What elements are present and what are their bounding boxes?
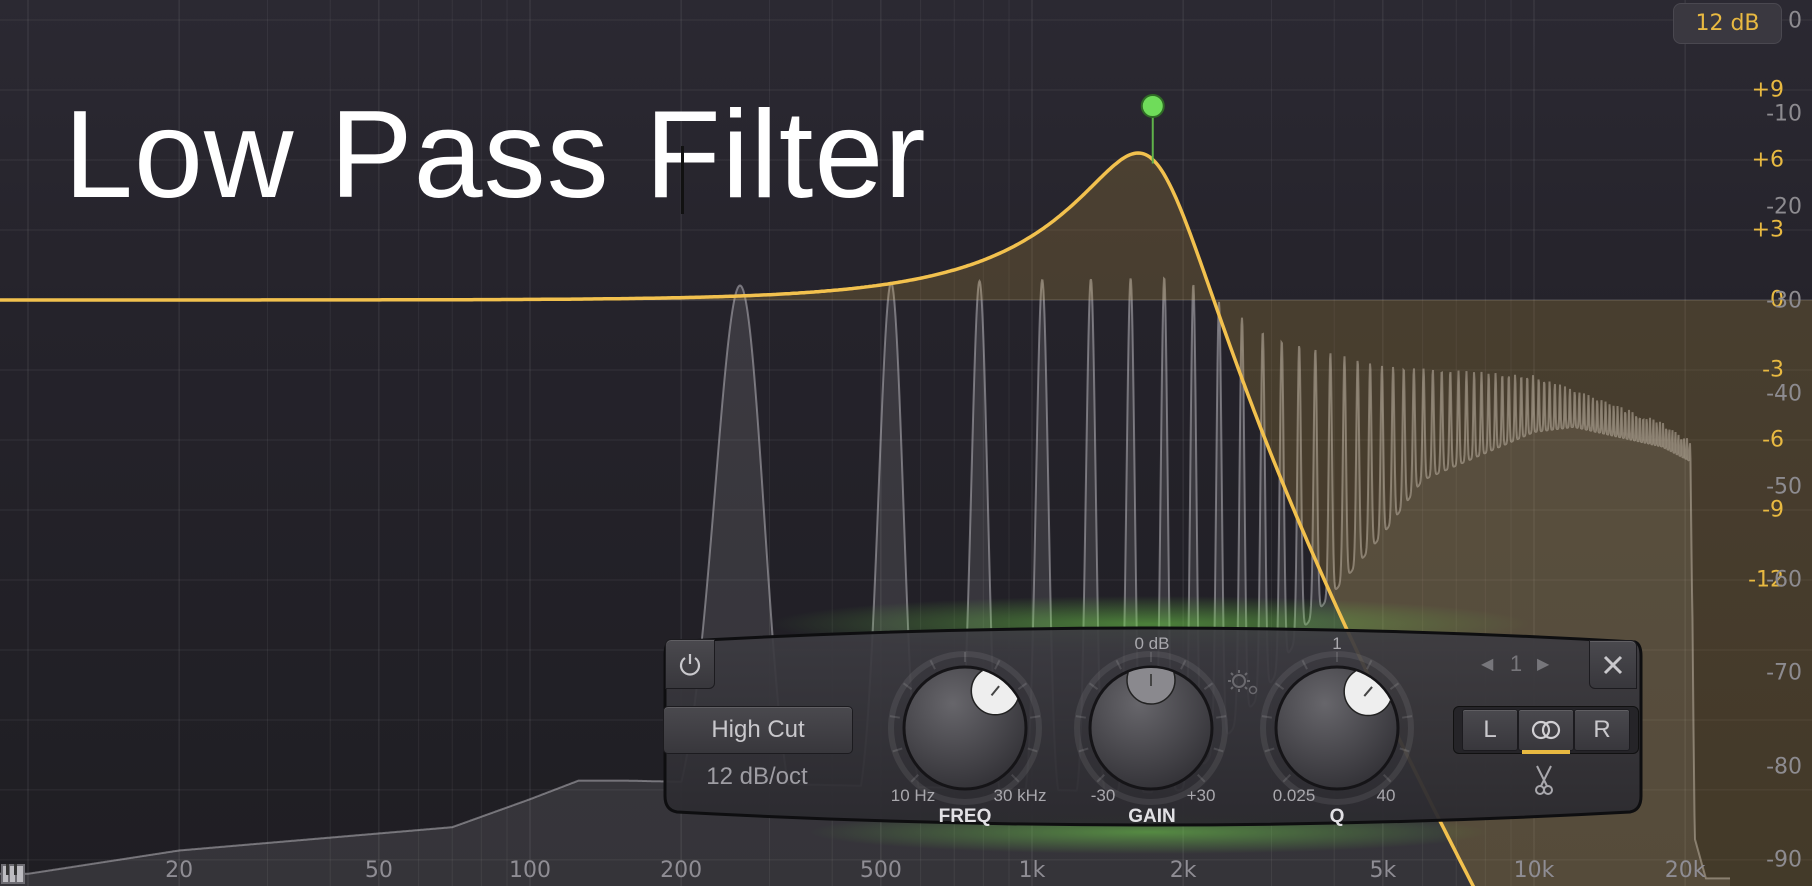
gain-label: GAIN <box>1128 806 1176 827</box>
freq-axis-label: 20k <box>1664 858 1706 883</box>
power-icon <box>679 654 701 676</box>
eq-db-axis-label: -9 <box>1762 497 1784 523</box>
spectrum-db-axis-label: -50 <box>1766 474 1802 500</box>
freq-axis-label: 5k <box>1369 858 1397 883</box>
stereo-active-indicator <box>1522 750 1570 754</box>
q-center-label: 1 <box>1332 634 1342 653</box>
filter-shape-dropdown[interactable]: High Cut <box>663 706 853 754</box>
freq-axis-label: 1k <box>1018 858 1046 883</box>
eq-db-axis-label: +9 <box>1751 77 1784 103</box>
q-max-label: 40 <box>1376 786 1396 805</box>
spectrum-db-axis-label: -60 <box>1766 567 1802 593</box>
knob-body <box>902 665 1028 791</box>
spectrum-db-axis-label: -40 <box>1766 381 1802 407</box>
freq-axis-label: 20 <box>165 858 194 883</box>
freq-min-label: 10 Hz <box>890 786 936 805</box>
overlay-title: Low Pass Filter <box>64 86 927 224</box>
band-node-handle[interactable] <box>1140 94 1165 118</box>
freq-axis-label: 2k <box>1169 858 1197 883</box>
freq-label: FREQ <box>938 806 992 827</box>
eq-db-axis-label: -6 <box>1762 427 1784 453</box>
freq-knob[interactable] <box>885 648 1045 808</box>
eq-db-axis-label: +6 <box>1751 147 1784 173</box>
gain-knob[interactable] <box>1071 648 1231 808</box>
q-label: Q <box>1329 806 1345 827</box>
right-channel-button[interactable]: R <box>1574 709 1630 751</box>
q-knob[interactable] <box>1257 648 1417 808</box>
scissors-icon[interactable] <box>1532 764 1556 796</box>
freq-axis-label: 500 <box>859 858 902 883</box>
stereo-link-button[interactable] <box>1518 709 1574 754</box>
next-band-button[interactable]: ▶ <box>1537 654 1549 674</box>
q-min-label: 0.025 <box>1272 786 1316 805</box>
gain-max-label: +30 <box>1186 786 1216 805</box>
eq-db-axis-label: +3 <box>1751 217 1784 243</box>
gain-min-label: -30 <box>1090 786 1116 805</box>
spectrum-db-axis-label: -80 <box>1766 754 1802 780</box>
piano-icon[interactable] <box>1 864 25 884</box>
gear-icon[interactable] <box>1225 668 1261 698</box>
left-channel-button[interactable]: L <box>1462 709 1518 751</box>
gain-center-label: 0 dB <box>1134 634 1170 653</box>
close-band-button[interactable] <box>1589 640 1637 689</box>
freq-axis-label: 10k <box>1513 858 1555 883</box>
freq-max-label: 30 kHz <box>993 786 1047 805</box>
knob-body <box>1274 665 1400 791</box>
band-index: 1 <box>1509 651 1523 676</box>
spectrum-db-axis-label: -30 <box>1766 288 1802 314</box>
spectrum-db-axis-label: -20 <box>1766 194 1802 220</box>
freq-axis-label: 200 <box>660 858 703 883</box>
spectrum-db-axis-label: -70 <box>1766 660 1802 686</box>
text-cursor <box>681 146 684 214</box>
power-button[interactable] <box>665 639 715 689</box>
display-range-button[interactable]: 12 dB <box>1673 3 1782 44</box>
eq-db-axis-label: -3 <box>1762 357 1784 383</box>
stereo-placement-group: L R <box>1453 706 1639 754</box>
freq-axis-label: 50 <box>364 858 393 883</box>
close-icon <box>1603 655 1623 674</box>
freq-axis-label: 100 <box>509 858 551 883</box>
slope-selector[interactable]: 12 dB/oct <box>706 763 807 791</box>
spectrum-db-axis-label: -10 <box>1766 101 1802 127</box>
band-control-panel: High Cut 12 dB/oct 0 dB 1 10 Hz 30 kHz F… <box>655 600 1650 840</box>
stereo-link-icon <box>1531 720 1561 740</box>
spectrum-db-axis-label: -90 <box>1766 847 1802 873</box>
prev-band-button[interactable]: ◀ <box>1481 654 1493 674</box>
